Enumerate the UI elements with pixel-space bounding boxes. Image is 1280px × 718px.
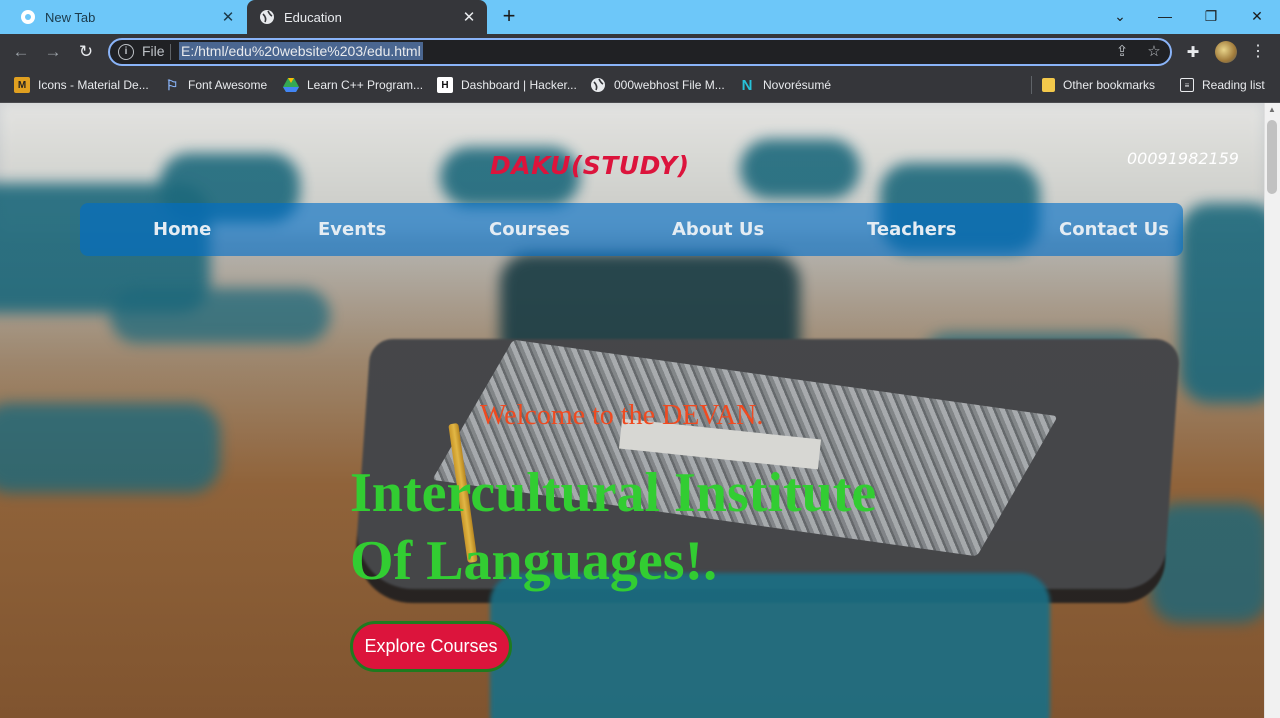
welcome-text: Welcome to the DEVAN.	[480, 400, 764, 431]
nav-about-us[interactable]: About Us	[672, 219, 764, 240]
page-viewport: DAKU(STUDY) 00091982159 Home Events Cour…	[0, 103, 1264, 718]
explore-courses-button[interactable]: Explore Courses	[350, 621, 512, 672]
window-close-icon[interactable]: ✕	[1245, 5, 1269, 27]
bookmark-item[interactable]: 000webhost File M...	[590, 76, 725, 94]
headline-line-2: Of Languages!.	[350, 530, 718, 592]
headline-line-1: Intercultural Institute	[350, 462, 877, 524]
bookmark-item[interactable]: M Icons - Material De...	[14, 76, 149, 94]
star-icon[interactable]: ☆	[1145, 43, 1163, 61]
material-icon: M	[14, 77, 30, 93]
novoresume-icon: N	[741, 76, 753, 94]
tab-new-tab[interactable]: New Tab ✕	[8, 0, 246, 34]
scrollbar-thumb[interactable]	[1267, 120, 1277, 194]
extensions-icon[interactable]: ✚	[1184, 43, 1202, 61]
drive-icon	[283, 77, 299, 93]
scroll-up-icon[interactable]: ▲	[1264, 103, 1280, 117]
other-bookmarks[interactable]: Other bookmarks	[1042, 76, 1155, 94]
tab-title: Education	[284, 9, 342, 25]
globe-icon	[590, 77, 606, 93]
tab-title: New Tab	[45, 9, 96, 25]
nav-events[interactable]: Events	[318, 219, 386, 240]
hackerrank-icon: H	[437, 77, 453, 93]
other-bookmarks-label: Other bookmarks	[1063, 78, 1156, 92]
globe-icon	[259, 9, 275, 25]
bookmark-label: Dashboard | Hacker...	[461, 78, 577, 92]
close-tab-icon[interactable]: ✕	[218, 7, 238, 27]
bookmark-label: Novorésumé	[763, 78, 832, 92]
reading-list-icon: ≡	[1180, 78, 1194, 92]
bookmark-item[interactable]: ⚐ Font Awesome	[164, 76, 267, 94]
close-tab-icon[interactable]: ✕	[459, 7, 479, 27]
forward-icon[interactable]: →	[42, 41, 64, 63]
avatar[interactable]	[1215, 41, 1237, 63]
minimize-icon[interactable]: —	[1153, 5, 1177, 27]
reading-list-label: Reading list	[1202, 78, 1265, 92]
page-scrollbar[interactable]	[1264, 103, 1280, 718]
folder-icon	[1042, 78, 1055, 92]
bookmark-item[interactable]: H Dashboard | Hacker...	[437, 76, 577, 94]
phone-number: 00091982159	[1127, 149, 1239, 168]
new-tab-button[interactable]: +	[498, 5, 520, 28]
bookmark-item[interactable]: Learn C++ Program...	[283, 76, 423, 94]
info-icon[interactable]: i	[118, 44, 134, 60]
flag-icon: ⚐	[165, 76, 179, 93]
hero-headline: Intercultural Institute Of Languages!.	[350, 459, 990, 595]
reading-list[interactable]: ≡ Reading list	[1180, 76, 1265, 94]
main-navbar	[80, 203, 1183, 256]
address-divider	[170, 44, 171, 60]
bookmark-label: 000webhost File M...	[614, 78, 725, 92]
share-icon[interactable]: ⇪	[1113, 43, 1131, 61]
bookmark-label: Font Awesome	[188, 78, 268, 92]
reload-icon[interactable]: ↻	[75, 41, 97, 63]
tab-education[interactable]: Education ✕	[247, 0, 487, 34]
back-icon[interactable]: ←	[10, 41, 32, 63]
menu-icon[interactable]: ⋮	[1250, 41, 1266, 63]
scheme-label: File	[142, 43, 165, 59]
bookmark-label: Icons - Material De...	[38, 78, 149, 92]
nav-teachers[interactable]: Teachers	[867, 219, 957, 240]
site-brand[interactable]: DAKU(STUDY)	[490, 151, 690, 180]
chrome-icon	[20, 9, 36, 25]
restore-icon[interactable]: ❐	[1199, 5, 1223, 27]
bookmark-item[interactable]: N Novorésumé	[739, 76, 831, 94]
nav-courses[interactable]: Courses	[489, 219, 570, 240]
tab-search-icon[interactable]: ⌄	[1108, 5, 1132, 27]
url-text[interactable]: E:/html/edu%20website%203/edu.html	[179, 42, 423, 60]
nav-contact-us[interactable]: Contact Us	[1059, 219, 1169, 240]
bookmark-label: Learn C++ Program...	[307, 78, 424, 92]
nav-home[interactable]: Home	[153, 219, 211, 240]
bookmarks-divider	[1031, 76, 1032, 94]
